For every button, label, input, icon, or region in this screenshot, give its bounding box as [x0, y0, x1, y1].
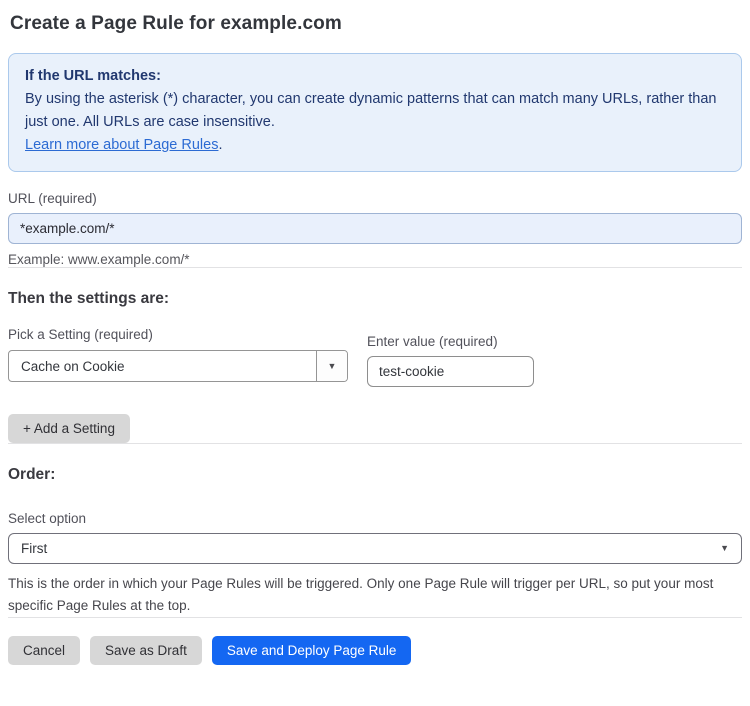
url-field-label: URL (required)	[8, 191, 97, 206]
divider	[8, 443, 742, 444]
save-deploy-button[interactable]: Save and Deploy Page Rule	[211, 636, 412, 665]
order-select[interactable]: First ▼	[8, 533, 742, 564]
setting-select-value: Cache on Cookie	[21, 358, 125, 374]
order-select-label: Select option	[8, 511, 87, 526]
link-period: .	[218, 137, 223, 153]
setting-select[interactable]: Cache on Cookie ▼	[8, 350, 348, 382]
order-section-heading: Order:	[8, 466, 56, 483]
divider	[8, 617, 742, 618]
page-rule-form: Create a Page Rule for example.com If th…	[0, 13, 750, 665]
setting-value-input[interactable]	[367, 356, 534, 387]
info-box-link-line: Learn more about Page Rules.	[25, 134, 725, 157]
order-select-value: First	[21, 541, 48, 556]
chevron-down-icon: ▼	[720, 543, 729, 553]
settings-section-heading: Then the settings are:	[8, 290, 170, 307]
pick-setting-label: Pick a Setting (required)	[8, 327, 153, 342]
chevron-down-icon: ▼	[327, 360, 337, 371]
cancel-button[interactable]: Cancel	[8, 636, 81, 665]
setting-select-arrow-button[interactable]: ▼	[316, 351, 347, 381]
enter-value-label: Enter value (required)	[367, 334, 498, 349]
info-box-body: By using the asterisk (*) character, you…	[25, 91, 717, 130]
url-input[interactable]	[8, 213, 742, 244]
url-example-hint: Example: www.example.com/*	[8, 252, 190, 267]
divider	[8, 267, 742, 268]
settings-row: Pick a Setting (required) Cache on Cooki…	[8, 327, 742, 387]
page-title: Create a Page Rule for example.com	[10, 13, 342, 34]
learn-more-link[interactable]: Learn more about Page Rules	[25, 137, 218, 153]
pick-setting-column: Pick a Setting (required) Cache on Cooki…	[8, 327, 348, 387]
add-setting-button[interactable]: + Add a Setting	[8, 414, 130, 443]
info-box-heading: If the URL matches:	[25, 68, 161, 84]
url-match-info-box: If the URL matches: By using the asteris…	[8, 53, 742, 172]
order-helper-text: This is the order in which your Page Rul…	[8, 576, 714, 613]
form-actions: Cancel Save as Draft Save and Deploy Pag…	[8, 636, 742, 665]
save-draft-button[interactable]: Save as Draft	[90, 636, 202, 665]
enter-value-column: Enter value (required)	[367, 334, 534, 387]
